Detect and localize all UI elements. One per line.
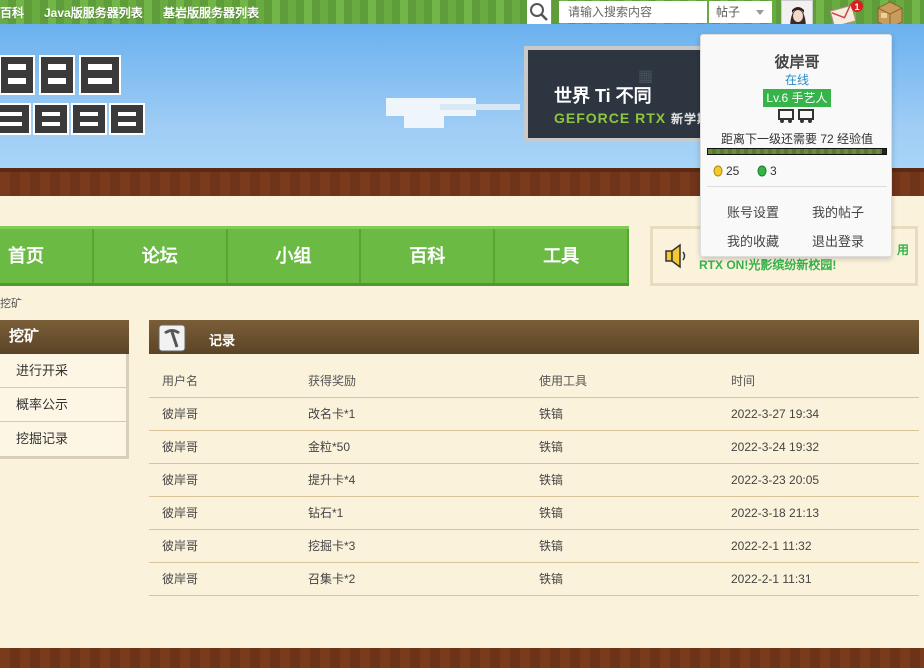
cell-username[interactable]: 彼岸哥 — [149, 529, 308, 563]
emerald-icon — [757, 165, 767, 177]
records-panel: 记录 用户名 获得奖励 使用工具 时间 彼岸哥 改名卡*1 铁镐 2022-3-27 … — [149, 320, 919, 596]
cell-tool: 铁镐 — [539, 529, 731, 563]
pickaxe-icon — [158, 324, 186, 352]
breadcrumb[interactable]: 挖矿 — [0, 295, 22, 311]
sidebar-item-records[interactable]: 挖掘记录 — [0, 422, 126, 456]
cell-username[interactable]: 彼岸哥 — [149, 496, 308, 530]
cell-time: 2022-3-23 20:05 — [731, 463, 919, 497]
cell-reward: 改名卡*1 — [308, 397, 539, 431]
notification-badge-count: 1 — [854, 2, 859, 12]
exp-remaining-text: 距离下一级还需要 72 经验值 — [720, 132, 874, 146]
cell-time: 2022-2-1 11:31 — [731, 562, 919, 596]
records-table: 用户名 获得奖励 使用工具 时间 彼岸哥 改名卡*1 铁镐 2022-3-27 19:… — [149, 364, 919, 596]
sidebar: 挖矿 进行开采 概率公示 挖掘记录 — [0, 320, 129, 459]
nav-groups[interactable]: 小组 — [228, 229, 362, 283]
ad-brand: GEFORCE RTX — [554, 110, 667, 126]
records-header: 记录 — [149, 320, 919, 354]
toplink-java-servers[interactable]: Java版服务器列表 — [44, 4, 143, 21]
table-row: 彼岸哥 提升卡*4 铁镐 2022-3-23 20:05 — [149, 463, 919, 497]
cell-username[interactable]: 彼岸哥 — [149, 397, 308, 431]
chevron-down-icon — [756, 10, 764, 15]
column-tool: 使用工具 — [539, 364, 731, 398]
cloud — [440, 104, 520, 110]
exp-progress-bar — [707, 148, 887, 155]
column-reward: 获得奖励 — [308, 364, 539, 398]
table-row: 彼岸哥 召集卡*2 铁镐 2022-2-1 11:31 — [149, 562, 919, 596]
sidebar-item-probability[interactable]: 概率公示 — [0, 388, 126, 422]
table-row: 彼岸哥 钻石*1 铁镐 2022-3-18 21:13 — [149, 496, 919, 530]
divider — [707, 186, 887, 187]
cell-reward: 挖掘卡*3 — [308, 529, 539, 563]
cell-username[interactable]: 彼岸哥 — [149, 562, 308, 596]
ad-subtitle: GEFORCE RTX 新学期 — [554, 110, 710, 127]
top-bar: 百科 Java版服务器列表 基岩版服务器列表 帖子 1 — [0, 0, 924, 28]
my-posts-link[interactable]: 我的帖子 — [812, 202, 864, 221]
sidebar-item-mine[interactable]: 进行开采 — [0, 354, 126, 388]
cell-username[interactable]: 彼岸哥 — [149, 430, 308, 464]
cell-reward: 金粒*50 — [308, 430, 539, 464]
search-type-label: 帖子 — [716, 5, 741, 19]
online-status: 在线 — [784, 73, 809, 87]
cell-time: 2022-3-27 19:34 — [731, 397, 919, 431]
popup-username[interactable]: 彼岸哥 — [701, 51, 893, 72]
nav-forum[interactable]: 论坛 — [94, 229, 228, 283]
speaker-icon — [665, 243, 686, 269]
nav-tools[interactable]: 工具 — [495, 229, 629, 283]
records-title: 记录 — [209, 333, 236, 348]
nav-wiki[interactable]: 百科 — [361, 229, 496, 283]
cell-tool: 铁镐 — [539, 562, 731, 596]
table-header-row: 用户名 获得奖励 使用工具 时间 — [149, 364, 919, 398]
sidebar-title: 挖矿 — [0, 320, 129, 354]
dirt-footer — [0, 648, 924, 668]
ad-title: 世界 Ti 不同 — [554, 86, 652, 106]
cell-time: 2022-2-1 11:32 — [731, 529, 919, 563]
user-dropdown: 彼岸哥 在线 Lv.6 手艺人 距离下一级还需要 72 经验值 25 3 账号设… — [700, 34, 892, 257]
search-input[interactable] — [559, 1, 707, 23]
gold-count: 25 — [726, 164, 740, 178]
toplink-bedrock-servers[interactable]: 基岩版服务器列表 — [163, 4, 259, 21]
gold-nugget-icon — [713, 165, 723, 177]
cell-reward: 钻石*1 — [308, 496, 539, 530]
account-settings-link[interactable]: 账号设置 — [727, 202, 779, 221]
exp-progress-fill — [708, 149, 883, 154]
cell-reward: 提升卡*4 — [308, 463, 539, 497]
announcement-link[interactable]: RTX ON!光影缤纷新校园! — [699, 256, 836, 273]
table-row: 彼岸哥 金粒*50 铁镐 2022-3-24 19:32 — [149, 430, 919, 464]
nav-home[interactable]: 首页 — [0, 229, 94, 283]
rtx-ad-banner[interactable]: ▦ 世界 Ti 不同 GEFORCE RTX 新学期 — [524, 46, 724, 142]
cell-tool: 铁镐 — [539, 496, 731, 530]
table-row: 彼岸哥 改名卡*1 铁镐 2022-3-27 19:34 — [149, 397, 919, 431]
cell-tool: 铁镐 — [539, 430, 731, 464]
column-username: 用户名 — [149, 364, 308, 398]
column-time: 时间 — [731, 364, 919, 398]
cell-tool: 铁镐 — [539, 463, 731, 497]
search-type-select[interactable]: 帖子 — [709, 1, 772, 23]
site-logo[interactable] — [0, 50, 150, 150]
search-icon[interactable] — [527, 0, 551, 24]
cell-tool: 铁镐 — [539, 397, 731, 431]
sidebar-menu: 进行开采 概率公示 挖掘记录 — [0, 354, 129, 459]
my-favorites-link[interactable]: 我的收藏 — [727, 231, 779, 250]
announcement-tail: 用 — [897, 243, 910, 257]
main-nav: 首页 论坛 小组 百科 工具 — [0, 226, 629, 286]
cell-time: 2022-3-24 19:32 — [731, 430, 919, 464]
level-badge[interactable]: Lv.6 手艺人 — [763, 89, 831, 107]
cell-time: 2022-3-18 21:13 — [731, 496, 919, 530]
toplink-wiki[interactable]: 百科 — [0, 4, 24, 21]
cloud — [404, 108, 444, 128]
cell-reward: 召集卡*2 — [308, 562, 539, 596]
gem-count: 3 — [770, 164, 777, 178]
cell-username[interactable]: 彼岸哥 — [149, 463, 308, 497]
table-row: 彼岸哥 挖掘卡*3 铁镐 2022-2-1 11:32 — [149, 529, 919, 563]
minecart-badges-icon — [778, 109, 814, 123]
logout-link[interactable]: 退出登录 — [812, 231, 864, 250]
